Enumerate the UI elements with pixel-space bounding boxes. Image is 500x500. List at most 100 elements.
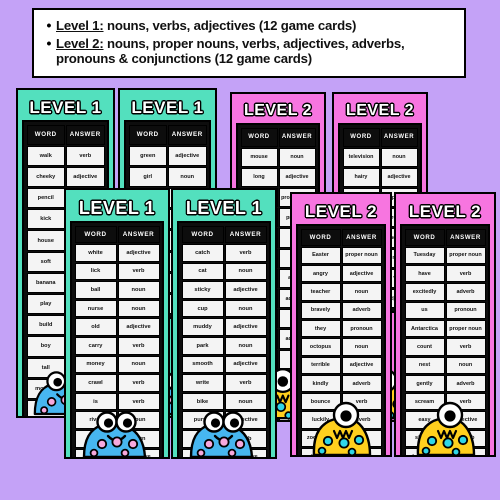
cell-word: have [404,265,445,283]
table-row[interactable]: nurse noun [74,299,160,318]
table-row[interactable]: octopus noun [300,338,382,356]
column-header-answer: ANSWER [168,124,207,145]
table-row[interactable]: long adjective [240,167,316,188]
table-row[interactable]: Tuesday proper noun [404,246,486,265]
table-row[interactable]: have verb [404,265,486,283]
cell-word: lick [74,262,117,281]
table-row[interactable]: count verb [404,338,486,356]
table-row[interactable]: us pronoun [404,301,486,319]
cell-answer: adjective [380,167,418,188]
card-title: LEVEL 2 [408,201,482,222]
cell-word: pencil [26,188,65,209]
cell-word: teacher [300,283,341,301]
cell-answer: verb [341,393,382,411]
table-row[interactable]: is verb [74,392,160,411]
table-row[interactable]: river noun [74,411,160,430]
table-row[interactable]: excitedly adverb [404,283,486,301]
word-answer-table: WORD ANSWER catch verb cat noun sticky adjectiv… [181,225,268,457]
cell-answer: noun [341,429,382,448]
cell-word: purple [181,411,224,430]
game-card-6[interactable]: LEVEL 1 WORD ANSWER catch verb cat noun sticky a… [171,188,277,459]
table-row[interactable]: bed noun [74,430,160,448]
table-row[interactable]: sticky adjective [181,281,267,299]
table-row[interactable]: blue adjective [74,448,160,457]
cell-word: carry [74,337,117,355]
table-row[interactable]: tiny adjective [181,448,267,457]
table-row[interactable]: lick verb [74,262,160,281]
table-row[interactable]: kindly adverb [300,374,382,393]
cell-word: green [128,145,167,166]
cell-word: smooth [181,355,224,374]
word-answer-table: WORD ANSWER Tuesday proper noun have verb exci… [404,228,487,455]
table-row[interactable]: dangerous adjective [404,448,486,455]
cell-word: excitedly [404,283,445,301]
table-row[interactable]: scream verb [404,393,486,411]
cell-answer: noun [224,337,267,355]
game-card-5[interactable]: LEVEL 1 WORD ANSWER white adjective lick verb b… [64,188,170,459]
table-row[interactable]: walk verb [26,145,105,166]
table-row[interactable]: gently adverb [404,374,486,393]
table-row[interactable]: terrible adjective [300,356,382,374]
cell-answer: adjective [117,318,160,337]
table-row[interactable]: luckily adverb [300,411,382,429]
table-row[interactable]: bounce verb [300,393,382,411]
table-row[interactable]: zookeeper noun [300,429,382,448]
table-row[interactable]: smooth adjective [181,355,267,374]
table-row[interactable]: money noun [74,355,160,374]
cell-answer: adjective [341,265,382,283]
table-row[interactable]: teacher noun [300,283,382,301]
cell-answer: verb [224,430,267,448]
cell-answer: adjective [224,411,267,430]
table-row[interactable]: Antarctica proper noun [404,319,486,338]
cell-word: old [74,318,117,337]
table-row[interactable]: purple adjective [181,411,267,430]
cell-answer: adverb [445,283,486,301]
cell-word: octopus [300,338,341,356]
table-row[interactable]: green adjective [128,145,207,166]
cell-word: silently [404,429,445,448]
table-row[interactable]: they pronoun [300,319,382,338]
table-row[interactable]: bike noun [181,392,267,411]
table-row[interactable]: catch verb [181,244,267,262]
table-row[interactable]: easy adjective [404,411,486,429]
table-row[interactable]: silently adverb [404,429,486,448]
table-row[interactable]: television noun [342,147,418,167]
cell-answer: verb [445,338,486,356]
game-card-8[interactable]: LEVEL 2 WORD ANSWER Tuesday proper noun have v… [394,192,496,457]
table-row[interactable]: crawl verb [74,374,160,392]
cell-answer: verb [117,337,160,355]
table-row[interactable]: carry verb [74,337,160,355]
table-row[interactable]: white adjective [74,244,160,262]
cell-answer: noun [224,392,267,411]
cell-word: angry [300,265,341,283]
table-row[interactable]: old adjective [74,318,160,337]
table-row[interactable]: nest noun [404,356,486,374]
table-header-row: WORD ANSWER [240,127,316,147]
table-row[interactable]: cheeky adjective [26,166,105,188]
table-row[interactable]: write verb [181,374,267,392]
cell-answer: verb [445,393,486,411]
table-row[interactable]: bravely adverb [300,301,382,319]
word-answer-table: WORD ANSWER Easter proper noun angry adjectiv… [300,228,383,455]
table-row[interactable]: park noun [181,337,267,355]
table-row[interactable]: Easter proper noun [300,246,382,265]
cell-answer: verb [224,374,267,392]
table-row[interactable]: draw verb [181,430,267,448]
table-row[interactable]: hungry adjective [300,448,382,455]
column-header-word: WORD [342,127,380,147]
cell-word: blue [74,448,117,457]
card-title: LEVEL 1 [78,197,156,219]
table-row[interactable]: cat noun [181,262,267,281]
word-answer-table-wrapper: WORD ANSWER white adjective lick verb ball noun… [70,221,164,457]
cell-word: soft [26,251,65,272]
table-row[interactable]: muddy adjective [181,318,267,337]
table-row[interactable]: angry adjective [300,265,382,283]
table-row[interactable]: girl noun [128,166,207,188]
column-header-word: WORD [404,228,445,246]
game-card-7[interactable]: LEVEL 2 WORD ANSWER Easter proper noun angry a… [290,192,392,457]
card-title: LEVEL 2 [304,201,378,222]
table-row[interactable]: hairy adjective [342,167,418,188]
table-row[interactable]: ball noun [74,281,160,299]
table-row[interactable]: mouse noun [240,147,316,167]
table-row[interactable]: cup noun [181,299,267,318]
